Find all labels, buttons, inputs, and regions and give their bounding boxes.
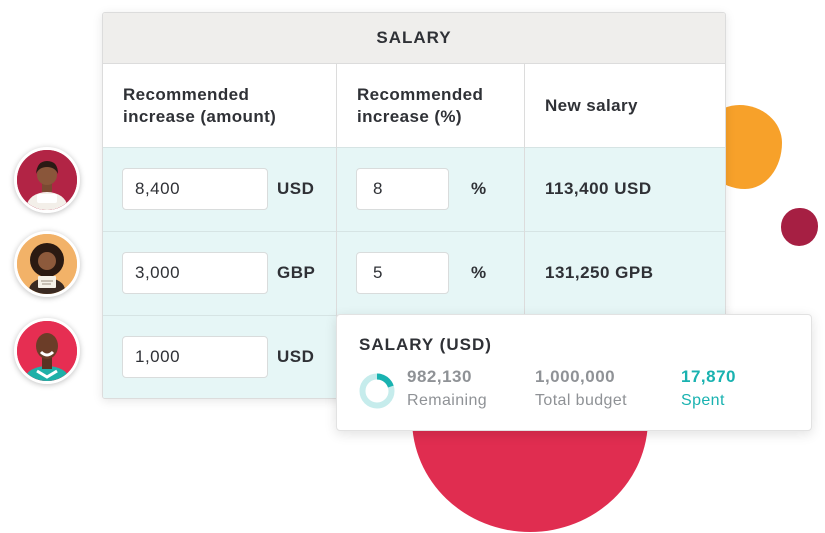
remaining-value: 982,130: [407, 367, 472, 386]
employee-avatar[interactable]: [14, 147, 80, 213]
salary-summary-card: SALARY (USD) 982,130 Remaining 1,000,000…: [336, 314, 812, 431]
employee-avatar[interactable]: [14, 231, 80, 297]
percent-input[interactable]: 8: [356, 168, 449, 210]
table-title: SALARY: [103, 13, 725, 64]
budget-donut-icon: [359, 373, 395, 409]
percent-input[interactable]: 5: [356, 252, 449, 294]
summary-title: SALARY (USD): [359, 335, 492, 354]
decorative-maroon-blob: [781, 208, 818, 246]
new-salary-value: 131,250 GPB: [545, 263, 654, 282]
currency-label: USD: [277, 179, 315, 198]
percent-sign: %: [471, 179, 487, 198]
person-portrait-icon: [17, 150, 77, 210]
table-row: 3,000 GBP 5 % 131,250 GPB: [103, 231, 725, 315]
total-budget-value: 1,000,000: [535, 367, 616, 386]
amount-input[interactable]: 1,000: [122, 336, 268, 378]
person-portrait-icon: [17, 321, 77, 381]
percent-sign: %: [471, 263, 487, 282]
column-header-amount: Recommended increase (amount): [123, 84, 277, 126]
currency-label: GBP: [277, 263, 316, 282]
currency-label: USD: [277, 347, 315, 366]
remaining-label: Remaining: [407, 392, 488, 409]
new-salary-value: 113,400 USD: [545, 179, 652, 198]
employee-avatar[interactable]: [14, 318, 80, 384]
spent-label: Spent: [681, 392, 725, 409]
amount-input[interactable]: 8,400: [122, 168, 268, 210]
table-row: 8,400 USD 8 % 113,400 USD: [103, 147, 725, 231]
column-header-new-salary: New salary: [545, 95, 638, 115]
column-header-percent: Recommended increase (%): [357, 84, 484, 126]
amount-input[interactable]: 3,000: [122, 252, 268, 294]
person-portrait-icon: [17, 234, 77, 294]
spent-value: 17,870: [681, 367, 736, 386]
total-budget-label: Total budget: [535, 392, 627, 409]
